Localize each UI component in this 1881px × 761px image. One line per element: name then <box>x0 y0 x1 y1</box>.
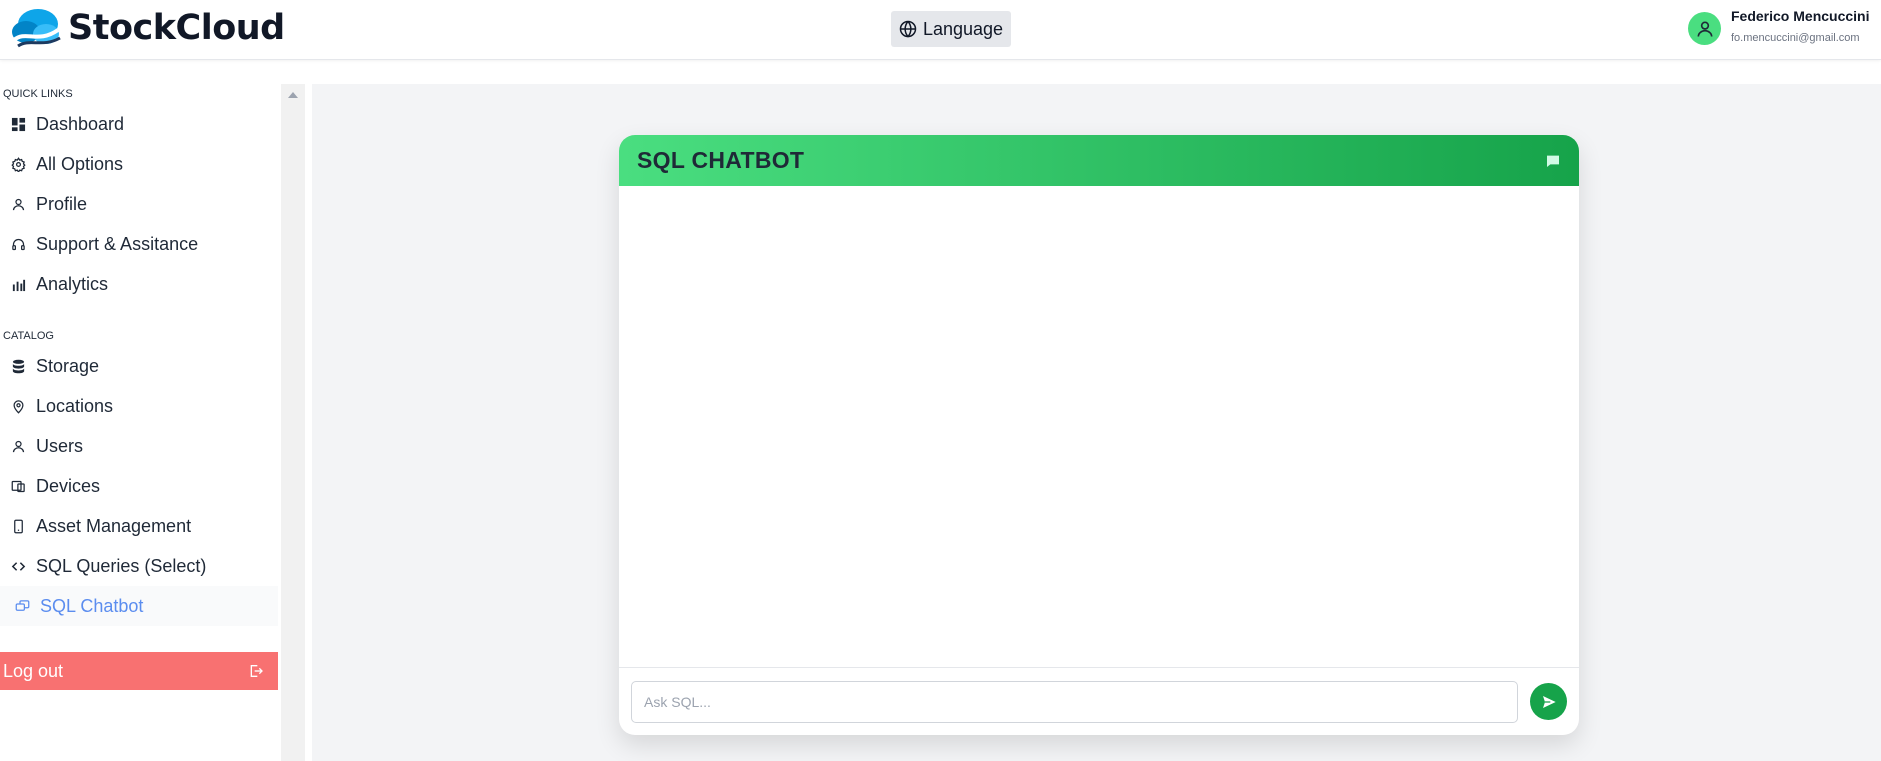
sidebar-item-sql-queries[interactable]: SQL Queries (Select) <box>0 546 278 586</box>
phone-icon <box>10 518 26 534</box>
map-pin-icon <box>10 398 26 414</box>
sidebar-item-storage[interactable]: Storage <box>0 346 278 386</box>
logout-label: Log out <box>3 660 64 681</box>
sidebar-item-label: Users <box>36 435 84 456</box>
cloud-logo-icon <box>12 9 61 48</box>
sidebar-item-label: Asset Management <box>36 515 192 536</box>
logout-icon <box>250 665 263 677</box>
sidebar-item-dashboard[interactable]: Dashboard <box>0 104 278 144</box>
user-icon <box>1697 21 1712 37</box>
user-name: Federico Mencuccini <box>1731 8 1870 24</box>
sidebar-item-users[interactable]: Users <box>0 426 278 466</box>
chatbot-title: SQL CHATBOT <box>637 147 805 173</box>
user-icon <box>10 196 26 212</box>
user-menu[interactable]: Federico Mencuccini fo.mencuccini@gmail.… <box>1688 6 1869 45</box>
language-button[interactable]: Language <box>891 11 1011 47</box>
user-icon <box>10 438 26 454</box>
send-button[interactable] <box>1530 683 1567 720</box>
chatbot-header: SQL CHATBOT <box>619 135 1579 186</box>
devices-icon <box>10 478 26 494</box>
logout-button[interactable]: Log out <box>0 652 278 690</box>
sidebar-item-label: Profile <box>36 193 88 214</box>
grid-icon <box>10 116 26 132</box>
chat-messages-area <box>619 186 1579 668</box>
chatbot-panel: SQL CHATBOT <box>619 135 1579 735</box>
main-content: SQL CHATBOT <box>312 84 1881 761</box>
sidebar-item-devices[interactable]: Devices <box>0 466 278 506</box>
sidebar-item-label: SQL Queries (Select) <box>36 555 207 576</box>
quick-links-title: QUICK LINKS <box>3 88 73 100</box>
sidebar-item-label: All Options <box>36 153 124 174</box>
avatar[interactable] <box>1688 12 1721 45</box>
sidebar-item-asset-management[interactable]: Asset Management <box>0 506 278 546</box>
sidebar-item-all-options[interactable]: All Options <box>0 144 278 184</box>
chat-input-bar <box>619 668 1579 735</box>
chat-input[interactable] <box>631 680 1519 723</box>
user-email: fo.mencuccini@gmail.com <box>1731 32 1860 44</box>
sidebar-item-label: Analytics <box>36 273 109 294</box>
sidebar-item-label: Support & Assitance <box>36 233 199 254</box>
app-name: StockCloud <box>68 8 285 48</box>
sidebar-item-label: Storage <box>36 355 100 376</box>
sidebar-item-support[interactable]: Support & Assitance <box>0 224 278 264</box>
sidebar-item-analytics[interactable]: Analytics <box>0 264 278 304</box>
headset-icon <box>10 236 26 252</box>
sidebar-item-label: Devices <box>36 475 101 496</box>
send-icon <box>1542 695 1556 708</box>
app-logo[interactable]: StockCloud <box>8 6 285 50</box>
sidebar-scrollbar[interactable] <box>281 84 305 761</box>
chat-message-icon <box>1547 155 1559 167</box>
sidebar: QUICK LINKS Dashboard All Options Profil… <box>0 84 278 761</box>
top-header: StockCloud Language Federico Mencuccini … <box>0 0 1881 60</box>
scroll-up-arrow-icon[interactable] <box>288 92 298 98</box>
chat-bubbles-icon <box>14 598 30 614</box>
gear-icon <box>10 156 26 172</box>
catalog-title: CATALOG <box>3 330 54 342</box>
sidebar-item-profile[interactable]: Profile <box>0 184 278 224</box>
language-label: Language <box>922 18 1004 39</box>
code-icon <box>10 558 26 574</box>
sidebar-item-label: SQL Chatbot <box>40 595 144 616</box>
bar-chart-icon <box>10 276 26 292</box>
database-icon <box>10 358 26 374</box>
globe-icon <box>899 20 917 38</box>
sidebar-item-label: Locations <box>36 395 114 416</box>
sidebar-item-sql-chatbot[interactable]: SQL Chatbot <box>0 586 278 626</box>
sidebar-item-label: Dashboard <box>36 113 125 134</box>
sidebar-item-locations[interactable]: Locations <box>0 386 278 426</box>
